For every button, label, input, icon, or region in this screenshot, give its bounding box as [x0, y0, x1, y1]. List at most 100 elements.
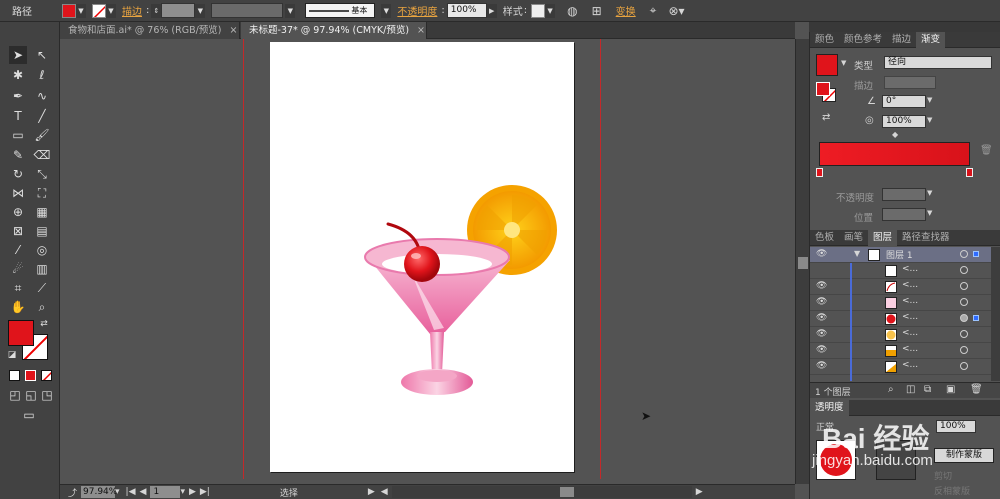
- stroke-weight-field[interactable]: [161, 3, 196, 18]
- page-field[interactable]: 1: [150, 486, 181, 498]
- paintbrush-tool-icon[interactable]: 🖌: [33, 126, 51, 144]
- close-icon[interactable]: ×: [417, 25, 425, 36]
- eyedropper-tool-icon[interactable]: ⁄: [9, 241, 27, 259]
- chevron-down-icon[interactable]: ▼: [195, 3, 206, 18]
- tab-layers[interactable]: 图层: [868, 230, 898, 246]
- eye-icon[interactable]: 👁: [816, 281, 827, 291]
- tab-color[interactable]: 颜色: [810, 32, 839, 48]
- tab-food-store[interactable]: 食物和店面.ai* @ 76% (RGB/预览) ×: [60, 22, 240, 39]
- free-transform-tool-icon[interactable]: ⛶: [33, 184, 51, 202]
- swap-colors-icon[interactable]: ⇄: [38, 318, 50, 330]
- trash-icon[interactable]: 🗑: [980, 145, 993, 156]
- rotate-tool-icon[interactable]: ↻: [9, 165, 27, 183]
- target-circle[interactable]: [960, 282, 968, 290]
- chevron-down-icon[interactable]: ▼: [76, 3, 86, 18]
- column-graph-tool-icon[interactable]: ▥: [33, 260, 51, 278]
- stroke-gradient-buttons[interactable]: [884, 76, 936, 89]
- magic-wand-tool-icon[interactable]: ✱: [9, 66, 27, 84]
- eye-icon[interactable]: 👁: [816, 361, 827, 371]
- stop-position-field[interactable]: [882, 208, 926, 221]
- eye-icon[interactable]: 👁: [816, 249, 827, 259]
- scale-tool-icon[interactable]: ⤡: [33, 165, 51, 183]
- chevron-down-icon[interactable]: ▼: [106, 3, 116, 18]
- sublayer-row[interactable]: 👁 <...: [810, 327, 991, 343]
- layers-scrollbar[interactable]: [991, 247, 1000, 381]
- sublayer-row[interactable]: <...: [810, 263, 991, 279]
- eye-icon[interactable]: 👁: [816, 297, 827, 307]
- style-swatch[interactable]: [531, 3, 546, 18]
- fill-control[interactable]: ▼: [62, 0, 86, 22]
- expand-arrow-icon[interactable]: ▼: [854, 249, 860, 258]
- blend-mode-select[interactable]: 正常: [816, 420, 834, 433]
- align-icon[interactable]: ⊞: [592, 4, 602, 18]
- transform-link[interactable]: 变换: [616, 3, 636, 18]
- selection-square[interactable]: [973, 315, 979, 321]
- symbol-sprayer-tool-icon[interactable]: ☄: [9, 260, 27, 278]
- rectangle-tool-icon[interactable]: ▭: [9, 126, 27, 144]
- angle-field[interactable]: 0°: [882, 95, 926, 108]
- isolate-icon[interactable]: ⌖: [650, 3, 657, 18]
- target-circle[interactable]: [960, 330, 968, 338]
- sublayer-row[interactable]: 👁 <...: [810, 279, 991, 295]
- eye-icon[interactable]: 👁: [816, 313, 827, 323]
- slice-tool-icon[interactable]: ⟋: [33, 279, 51, 297]
- prev-page-icon[interactable]: ◀: [140, 487, 147, 497]
- close-icon[interactable]: ×: [230, 25, 238, 36]
- zoom-tool-icon[interactable]: ⌕: [33, 298, 51, 316]
- chevron-down-icon[interactable]: ▼: [285, 3, 296, 18]
- arrange-icon[interactable]: ⊗▾: [668, 4, 684, 18]
- hscroll-right-icon[interactable]: ▶: [696, 487, 703, 497]
- selection-square[interactable]: [973, 251, 979, 257]
- selection-tool-icon[interactable]: ➤: [9, 46, 27, 64]
- chevron-down-icon[interactable]: ▼: [927, 189, 932, 197]
- vertical-scrollbar[interactable]: [795, 39, 809, 484]
- chevron-right-icon[interactable]: ▶: [368, 487, 375, 497]
- stroke-link[interactable]: 描边: [122, 3, 142, 18]
- sublayer-row-selected[interactable]: 👁 <...: [810, 311, 991, 327]
- horizontal-scrollbar[interactable]: [391, 486, 692, 498]
- sublayer-row[interactable]: 👁 <...: [810, 343, 991, 359]
- variable-width-field[interactable]: [211, 3, 284, 18]
- transparency-opacity-field[interactable]: 100%: [936, 420, 976, 433]
- make-clipping-mask-icon[interactable]: ◫: [906, 384, 915, 395]
- opacity-link[interactable]: 不透明度: [397, 3, 437, 18]
- eraser-tool-icon[interactable]: ⌫: [33, 146, 51, 164]
- last-page-icon[interactable]: ▶|: [200, 487, 210, 497]
- stepper-icon[interactable]: ⇕: [151, 3, 162, 18]
- artboard-tool-icon[interactable]: ⌗: [9, 279, 27, 297]
- status-share-icon[interactable]: ⤴: [68, 486, 77, 499]
- eye-icon[interactable]: 👁: [816, 329, 827, 339]
- line-tool-icon[interactable]: ╱: [33, 107, 51, 125]
- new-sublayer-icon[interactable]: ⧉: [924, 384, 931, 395]
- canvas-area[interactable]: ➤: [60, 39, 795, 484]
- target-circle[interactable]: [960, 298, 968, 306]
- stop-opacity-field[interactable]: [882, 188, 926, 201]
- pen-tool-icon[interactable]: ✒: [9, 87, 27, 105]
- default-colors-icon[interactable]: ◪: [6, 349, 18, 361]
- brush-definition[interactable]: 基本: [305, 3, 376, 18]
- fill-stroke-swatch[interactable]: [816, 82, 830, 96]
- stroke-swatch[interactable]: [92, 3, 106, 18]
- target-circle[interactable]: [960, 362, 968, 370]
- color-mode-button[interactable]: [9, 370, 20, 381]
- vscroll-thumb[interactable]: [798, 257, 808, 269]
- tab-untitled-37[interactable]: 未标题-37* @ 97.94% (CMYK/预览) ×: [241, 22, 427, 39]
- width-tool-icon[interactable]: ⋈: [9, 184, 27, 202]
- first-page-icon[interactable]: |◀: [126, 487, 136, 497]
- chevron-right-icon[interactable]: ▶: [486, 3, 497, 18]
- chevron-down-icon[interactable]: ▼: [927, 116, 932, 124]
- target-circle[interactable]: [960, 266, 968, 274]
- target-circle[interactable]: [960, 314, 968, 322]
- delete-layer-icon[interactable]: 🗑: [970, 384, 983, 395]
- recolor-icon[interactable]: ◍: [567, 4, 577, 18]
- hscroll-left-icon[interactable]: ◀: [381, 487, 388, 497]
- reverse-gradient-icon[interactable]: ⇄: [822, 112, 830, 123]
- tab-swatches[interactable]: 色板: [810, 230, 839, 246]
- aspect-field[interactable]: 100%: [882, 115, 926, 128]
- invert-mask-checkbox-label[interactable]: 反相蒙版: [934, 484, 970, 497]
- screen-mode-icon[interactable]: ▭: [20, 406, 38, 424]
- tab-brushes[interactable]: 画笔: [839, 230, 868, 246]
- type-tool-icon[interactable]: T: [9, 107, 27, 125]
- tab-stroke[interactable]: 描边: [887, 32, 916, 48]
- perspective-grid-tool-icon[interactable]: ▦: [33, 203, 51, 221]
